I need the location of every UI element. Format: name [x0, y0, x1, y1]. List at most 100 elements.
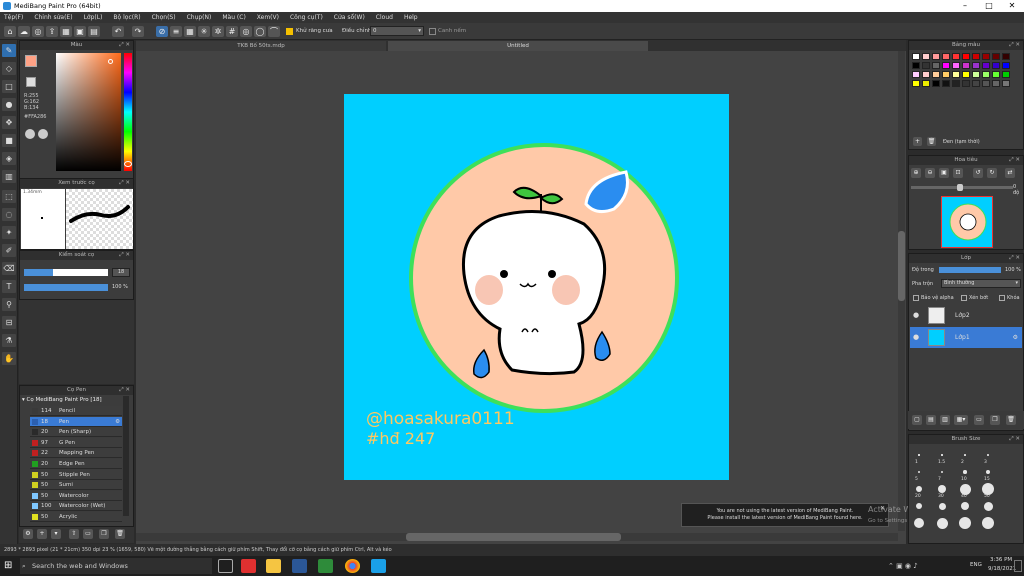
palette-swatch[interactable] — [922, 71, 930, 78]
snap-circle-icon[interactable]: ◎ — [240, 26, 252, 37]
medibang-taskbar-icon[interactable] — [241, 559, 256, 573]
snap-radial-icon[interactable]: ✲ — [212, 26, 224, 37]
snap-vanish-icon[interactable]: ✳ — [198, 26, 210, 37]
palette-swatch[interactable] — [972, 53, 980, 60]
palette-swatch[interactable] — [912, 80, 920, 87]
shape-tool-icon[interactable]: □ — [2, 80, 16, 93]
saturation-value-picker[interactable] — [56, 53, 121, 171]
palette-swatch[interactable] — [962, 71, 970, 78]
rotate-left-icon[interactable]: ↺ — [973, 168, 983, 178]
brush-item[interactable]: 114 Pencil — [30, 406, 122, 416]
brush-list-scrollbar[interactable] — [123, 396, 129, 516]
brush-item[interactable]: 50 Acrylic — [30, 512, 122, 522]
palette-swatch[interactable] — [982, 53, 990, 60]
brush-opacity-slider[interactable] — [24, 284, 108, 291]
palette-swatch[interactable] — [942, 71, 950, 78]
menu-item-0[interactable]: Tệp(F) — [4, 14, 23, 21]
brush-item[interactable]: 100 Watercolor (Wet) — [30, 501, 122, 512]
palette-swatch[interactable] — [972, 80, 980, 87]
menu-item-3[interactable]: Bộ lọc(R) — [113, 14, 140, 21]
divide-tool-icon[interactable]: ⊟ — [2, 316, 16, 329]
home-icon[interactable]: ⌂ — [4, 26, 16, 37]
close-icon[interactable]: ⤢ ✕ — [119, 179, 130, 188]
close-icon[interactable]: ⤢ ✕ — [1009, 435, 1020, 444]
palette-swatch[interactable] — [912, 53, 920, 60]
taskbar-search-box[interactable]: ⌕ Search the web and Windows — [20, 558, 212, 574]
hand-tool-icon[interactable]: ✋ — [2, 352, 16, 365]
excel-icon[interactable] — [318, 559, 333, 573]
menu-item-4[interactable]: Chọn(S) — [152, 14, 176, 21]
grid-icon[interactable]: ▦ — [60, 26, 72, 37]
gear-icon[interactable]: ⚙ — [1013, 327, 1018, 348]
dot-tool-icon[interactable]: ● — [2, 98, 16, 111]
brush-item[interactable]: 97 G Pen — [30, 437, 122, 448]
palette-swatch[interactable] — [972, 71, 980, 78]
palette-swatch[interactable] — [912, 71, 920, 78]
menu-item-6[interactable]: Màu (C) — [222, 14, 245, 21]
palette-swatch[interactable] — [942, 53, 950, 60]
select-pen-icon[interactable]: ✐ — [2, 244, 16, 257]
duplicate-brush-icon[interactable]: ❐ — [99, 529, 109, 539]
snap-off-icon[interactable]: ⊘ — [156, 26, 168, 37]
snap-checkbox[interactable] — [429, 28, 436, 35]
palette-swatch[interactable] — [962, 62, 970, 69]
brush-group-header[interactable]: ▾ Cọ MediBang Paint Pro [18] — [22, 397, 132, 406]
gradient-tool-icon[interactable]: ▥ — [2, 170, 16, 183]
brush-item[interactable]: 22 Mapping Pen — [30, 448, 122, 459]
brush-tool-icon[interactable]: ✎ — [2, 44, 16, 57]
menu-item-7[interactable]: Xem(V) — [257, 14, 279, 21]
color-picker-cursor[interactable] — [108, 59, 113, 64]
chat-icon[interactable]: ◎ — [32, 26, 44, 37]
rotate-right-icon[interactable]: ↻ — [987, 168, 997, 178]
select-tool-icon[interactable]: ⬚ — [2, 190, 16, 203]
move-tool-icon[interactable]: ✥ — [2, 116, 16, 129]
palette-swatch[interactable] — [922, 80, 930, 87]
brush-size-dot[interactable] — [914, 518, 924, 528]
operation-tool-icon[interactable]: ⚲ — [2, 298, 16, 311]
palette-swatch[interactable] — [982, 62, 990, 69]
brush-settings-icon[interactable]: ⚙ — [23, 529, 33, 539]
eye-icon[interactable]: ● — [913, 327, 919, 348]
brush-size-dot[interactable] — [964, 454, 966, 456]
menu-item-1[interactable]: Chỉnh sửa(E) — [34, 14, 72, 21]
eraser-tool-icon[interactable]: ◇ — [2, 62, 16, 75]
color-wheel-icon[interactable] — [38, 129, 48, 139]
color-mode-icon[interactable] — [25, 129, 35, 139]
zoom-slider[interactable] — [911, 184, 1013, 191]
brush-item[interactable]: 20 Pen (Sharp) — [30, 427, 122, 438]
tab-untitled[interactable]: Untitled — [388, 41, 648, 51]
palette-swatch[interactable] — [932, 62, 940, 69]
menu-item-10[interactable]: Cloud — [376, 14, 393, 21]
tab-file1[interactable]: TKB Bố 50ts.mdp — [136, 41, 386, 51]
vertical-scrollbar[interactable] — [898, 51, 905, 531]
fit-icon[interactable]: ▣ — [939, 168, 949, 178]
layer-opacity-slider[interactable] — [939, 267, 1001, 273]
palette-swatch[interactable] — [952, 62, 960, 69]
import-brush-icon[interactable]: ⇧ — [69, 529, 79, 539]
brush-size-dot[interactable] — [916, 503, 922, 509]
brush-size-dot[interactable] — [941, 454, 943, 456]
menu-item-11[interactable]: Help — [404, 14, 418, 21]
layer-folder-icon[interactable]: ▭ — [974, 415, 984, 425]
close-icon[interactable]: ⤢ ✕ — [119, 251, 130, 260]
adjust-input[interactable]: 0 ▾ — [370, 26, 424, 36]
brush-size-dot[interactable] — [963, 470, 967, 474]
palette-swatch[interactable] — [962, 53, 970, 60]
eye-icon[interactable]: ● — [913, 305, 919, 326]
layer-row[interactable]: ● Lớp2 — [910, 305, 1022, 326]
brush-size-dot[interactable] — [936, 517, 948, 529]
zoom-in-icon[interactable]: ⊕ — [911, 168, 921, 178]
palette-swatch[interactable] — [912, 62, 920, 69]
palette-swatch[interactable] — [992, 80, 1000, 87]
bucket-tool-icon[interactable]: ◈ — [2, 152, 16, 165]
new-halftone-icon[interactable]: ▤ — [926, 415, 936, 425]
lasso-tool-icon[interactable]: ◌ — [2, 208, 16, 221]
palette-swatch[interactable] — [992, 62, 1000, 69]
brush-size-dot[interactable] — [959, 483, 971, 495]
palette-swatch[interactable] — [952, 71, 960, 78]
palette-swatch[interactable] — [922, 53, 930, 60]
actual-size-icon[interactable]: ⊡ — [953, 168, 963, 178]
snap-grid-icon[interactable]: # — [226, 26, 238, 37]
palette-swatch[interactable] — [992, 53, 1000, 60]
clip-checkbox[interactable] — [961, 295, 967, 301]
